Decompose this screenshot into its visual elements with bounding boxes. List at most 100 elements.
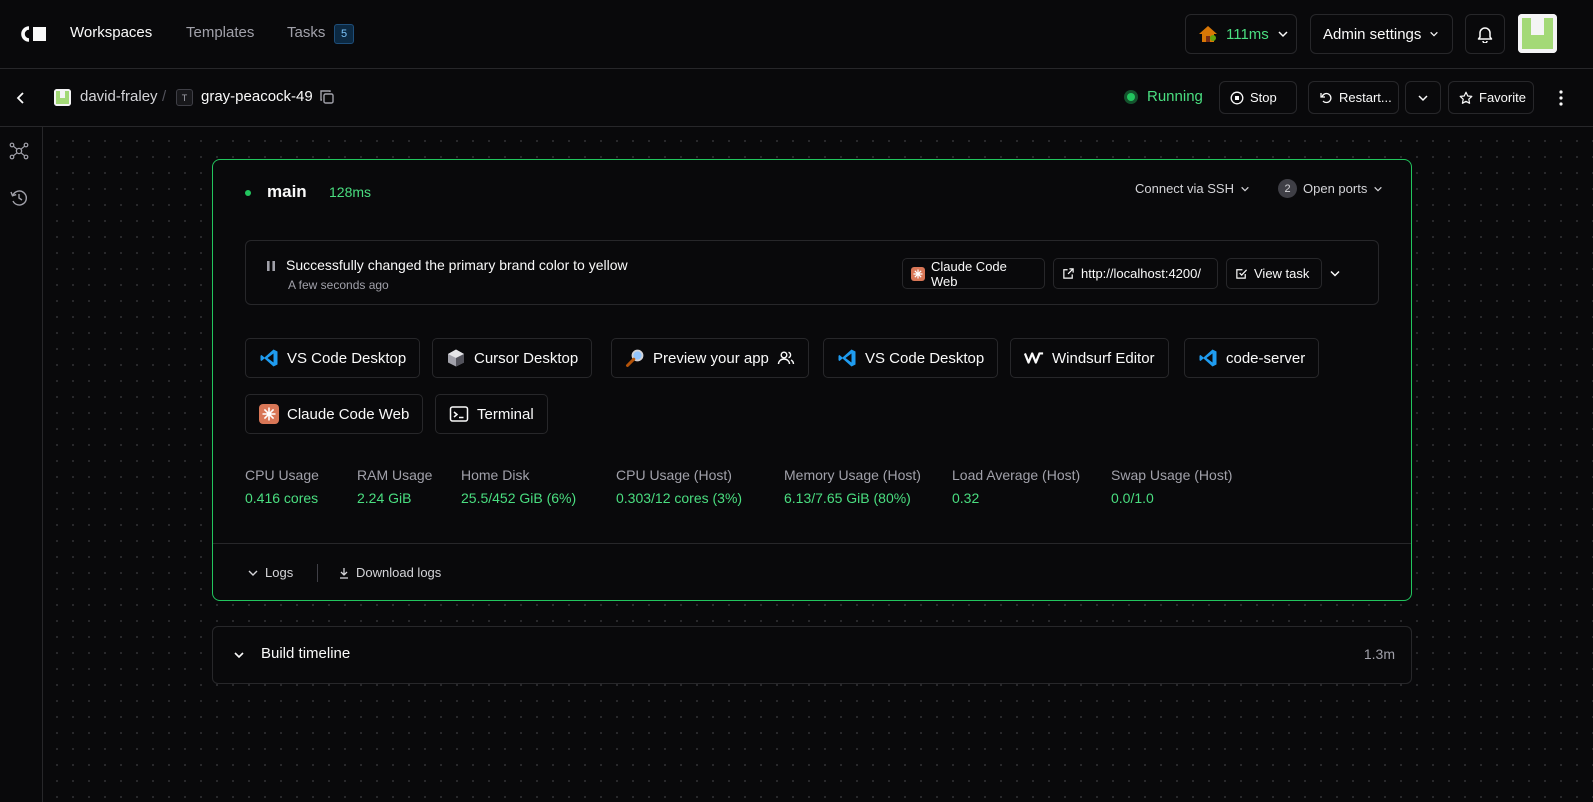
app-label: VS Code Desktop: [865, 349, 985, 367]
task-link-label: http://localhost:4200/: [1081, 266, 1201, 281]
open-ports-count: 2: [1278, 179, 1297, 198]
app-preview[interactable]: Preview your app: [611, 338, 809, 378]
notifications-button[interactable]: [1465, 14, 1505, 54]
download-icon: [338, 567, 350, 579]
app-code-server[interactable]: code-server: [1184, 338, 1320, 378]
shared-users-icon: [777, 350, 795, 366]
metric-value: 0.0/1.0: [1111, 490, 1154, 506]
app-label: Preview your app: [653, 349, 769, 367]
app-cursor-desktop[interactable]: Cursor Desktop: [432, 338, 593, 378]
chevron-down-icon[interactable]: [1326, 264, 1344, 282]
coder-logo-icon[interactable]: [18, 24, 48, 44]
metric-cpu-host: CPU Usage (Host) 0.303/12 cores (3%): [616, 467, 742, 507]
stop-label: Stop: [1250, 90, 1277, 105]
breadcrumb-workspace: gray-peacock-49: [201, 88, 313, 105]
metric-label: CPU Usage: [245, 467, 319, 483]
claude-icon: [259, 404, 279, 424]
more-options-icon[interactable]: [1552, 88, 1570, 108]
windsurf-icon: [1024, 348, 1044, 368]
build-timeline-title: Build timeline: [261, 645, 351, 662]
vscode-icon: [1198, 348, 1218, 368]
favorite-label: Favorite: [1479, 90, 1526, 105]
metric-value: 0.416 cores: [245, 490, 319, 506]
task-link-chip[interactable]: http://localhost:4200/: [1053, 258, 1218, 289]
metric-cpu-usage: CPU Usage 0.416 cores: [245, 467, 319, 507]
metric-memory-host: Memory Usage (Host) 6.13/7.65 GiB (80%): [784, 467, 921, 507]
template-icon: T: [176, 89, 193, 106]
app-vscode-desktop[interactable]: VS Code Desktop: [245, 338, 421, 378]
region-house-icon: [1198, 25, 1218, 43]
external-link-icon: [1062, 267, 1075, 280]
cursor-icon: [446, 348, 466, 368]
admin-settings-button[interactable]: Admin settings: [1310, 14, 1453, 54]
nav-tasks[interactable]: Tasks: [287, 22, 325, 44]
logs-separator: [317, 564, 318, 582]
metric-label: Home Disk: [461, 467, 530, 483]
status-indicator: [1124, 90, 1138, 104]
admin-settings-label: Admin settings: [1323, 25, 1422, 43]
task-app-chip[interactable]: Claude Code Web: [902, 258, 1045, 289]
logs-toggle-button[interactable]: Logs: [247, 565, 293, 580]
card-divider: [213, 543, 1411, 544]
restart-options-button[interactable]: [1405, 81, 1441, 114]
chevron-down-icon: [1429, 29, 1439, 39]
magnifier-icon: [625, 348, 645, 368]
workspace-status: Running: [1147, 88, 1203, 105]
download-logs-button[interactable]: Download logs: [338, 565, 441, 580]
connect-ssh-button[interactable]: Connect via SSH: [1135, 181, 1250, 196]
restart-icon: [1319, 91, 1333, 105]
back-button[interactable]: [10, 87, 32, 109]
copy-icon[interactable]: [318, 88, 336, 106]
metric-value: 2.24 GiB: [357, 490, 412, 506]
build-timeline-duration: 1.3m: [1363, 646, 1395, 662]
terminal-icon: [449, 404, 469, 424]
latency-button[interactable]: 111ms: [1185, 14, 1297, 54]
latency-value: 111ms: [1226, 25, 1269, 43]
stop-icon: [1230, 91, 1244, 105]
view-task-label: View task: [1254, 266, 1310, 281]
pause-icon: [266, 260, 276, 272]
metric-value: 0.32: [952, 490, 980, 506]
task-status-box: Successfully changed the primary brand c…: [245, 240, 1379, 305]
metric-label: RAM Usage: [357, 467, 433, 483]
view-task-button[interactable]: View task: [1226, 258, 1322, 289]
download-logs-label: Download logs: [356, 565, 442, 580]
app-label: Claude Code Web: [287, 405, 410, 423]
metric-value: 6.13/7.65 GiB (80%): [784, 490, 911, 506]
nav-workspaces[interactable]: Workspaces: [70, 22, 152, 44]
metric-label: Load Average (Host): [952, 467, 1081, 483]
metric-label: Swap Usage (Host): [1111, 467, 1233, 483]
stop-button[interactable]: Stop: [1219, 81, 1297, 114]
app-terminal[interactable]: Terminal: [435, 394, 548, 434]
app-vscode-desktop-2[interactable]: VS Code Desktop: [823, 338, 999, 378]
agent-status-dot: [245, 190, 251, 196]
tasks-count-badge: 5: [334, 24, 354, 44]
restart-label: Restart...: [1339, 90, 1392, 105]
task-time: A few seconds ago: [288, 278, 389, 292]
chevron-down-icon: [231, 647, 247, 663]
agent-latency: 128ms: [329, 184, 372, 200]
user-avatar[interactable]: [1518, 14, 1557, 53]
metric-value: 0.303/12 cores (3%): [616, 490, 743, 506]
app-windsurf-editor[interactable]: Windsurf Editor: [1010, 338, 1169, 378]
claude-icon: [911, 266, 925, 281]
history-icon[interactable]: [8, 187, 30, 209]
checkbox-icon: [1235, 267, 1248, 280]
build-timeline[interactable]: Build timeline 1.3m: [212, 626, 1412, 684]
metric-load-average: Load Average (Host) 0.32: [952, 467, 1080, 507]
favorite-button[interactable]: Favorite: [1448, 81, 1534, 114]
restart-button[interactable]: Restart...: [1308, 81, 1399, 114]
app-claude-code-web[interactable]: Claude Code Web: [245, 394, 424, 434]
breadcrumb-owner[interactable]: david-fraley: [80, 88, 158, 105]
bell-icon: [1476, 25, 1494, 43]
nav-templates[interactable]: Templates: [186, 22, 254, 44]
vscode-icon: [259, 348, 279, 368]
resources-graph-icon[interactable]: [8, 140, 30, 162]
app-label: VS Code Desktop: [287, 349, 407, 367]
open-ports-button[interactable]: 2 Open ports: [1278, 179, 1383, 198]
app-label: Terminal: [477, 405, 534, 423]
app-label: code-server: [1226, 349, 1306, 367]
task-app-label: Claude Code Web: [931, 258, 1007, 289]
agent-card: main 128ms Connect via SSH 2 Open ports …: [212, 159, 1412, 601]
side-rail: [0, 127, 43, 802]
